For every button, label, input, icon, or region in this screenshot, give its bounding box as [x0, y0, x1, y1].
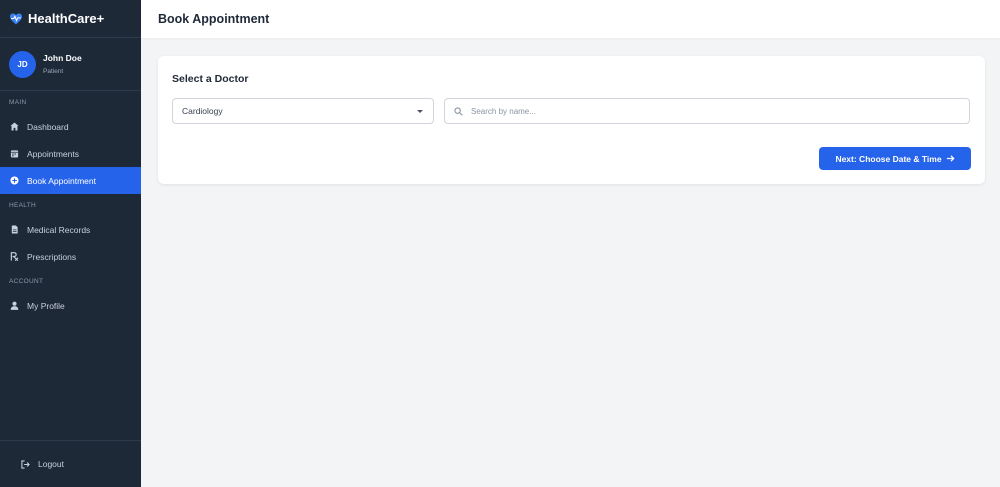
- home-icon: [10, 122, 19, 131]
- search-icon: [454, 106, 463, 116]
- logout-button[interactable]: Logout: [0, 440, 141, 487]
- page-header: Book Appointment: [141, 0, 1000, 38]
- user-profile-summary: JD John Doe Patient: [0, 38, 141, 91]
- app-name: HealthCare+: [28, 11, 105, 26]
- brand[interactable]: HealthCare+: [0, 0, 141, 38]
- sidebar: HealthCare+ JD John Doe Patient MAIN Das…: [0, 0, 141, 487]
- sidebar-item-dashboard[interactable]: Dashboard: [0, 113, 141, 140]
- specialty-select[interactable]: Cardiology: [172, 98, 434, 124]
- plus-circle-icon: [10, 176, 19, 185]
- sidebar-item-prescriptions[interactable]: Prescriptions: [0, 243, 141, 270]
- sidebar-item-label: My Profile: [27, 300, 65, 311]
- file-icon: [10, 225, 19, 234]
- doctor-search-input[interactable]: [471, 106, 951, 116]
- sidebar-item-medical-records[interactable]: Medical Records: [0, 216, 141, 243]
- page-title: Book Appointment: [158, 12, 270, 26]
- section-health: HEALTH: [9, 201, 36, 209]
- card-title: Select a Doctor: [172, 73, 249, 85]
- user-role: Patient: [43, 68, 64, 75]
- logout-label: Logout: [38, 459, 64, 469]
- prescription-icon: [10, 252, 19, 261]
- next-button-label: Next: Choose Date & Time: [835, 153, 942, 164]
- sidebar-item-label: Book Appointment: [27, 175, 96, 186]
- doctor-search-box[interactable]: [444, 98, 970, 124]
- user-icon: [10, 301, 19, 310]
- sidebar-item-my-profile[interactable]: My Profile: [0, 292, 141, 319]
- logout-icon: [21, 459, 30, 469]
- section-account: ACCOUNT: [9, 277, 44, 285]
- sidebar-item-book-appointment[interactable]: Book Appointment: [0, 167, 141, 194]
- calendar-icon: [10, 149, 19, 158]
- sidebar-item-label: Prescriptions: [27, 251, 77, 262]
- heart-pulse-icon: [10, 13, 22, 24]
- section-main: MAIN: [9, 98, 27, 106]
- arrow-right-icon: [946, 155, 955, 162]
- specialty-selected-value: Cardiology: [182, 106, 223, 116]
- sidebar-item-label: Dashboard: [27, 121, 69, 132]
- avatar: JD: [9, 50, 36, 78]
- user-name: John Doe: [43, 53, 82, 63]
- chevron-down-icon: [417, 110, 423, 113]
- sidebar-item-label: Medical Records: [27, 224, 91, 235]
- sidebar-item-appointments[interactable]: Appointments: [0, 140, 141, 167]
- doctor-selection-card: Select a Doctor Cardiology Next: Choose …: [158, 56, 985, 184]
- next-choose-date-time-button[interactable]: Next: Choose Date & Time: [819, 147, 971, 170]
- sidebar-item-label: Appointments: [27, 148, 79, 159]
